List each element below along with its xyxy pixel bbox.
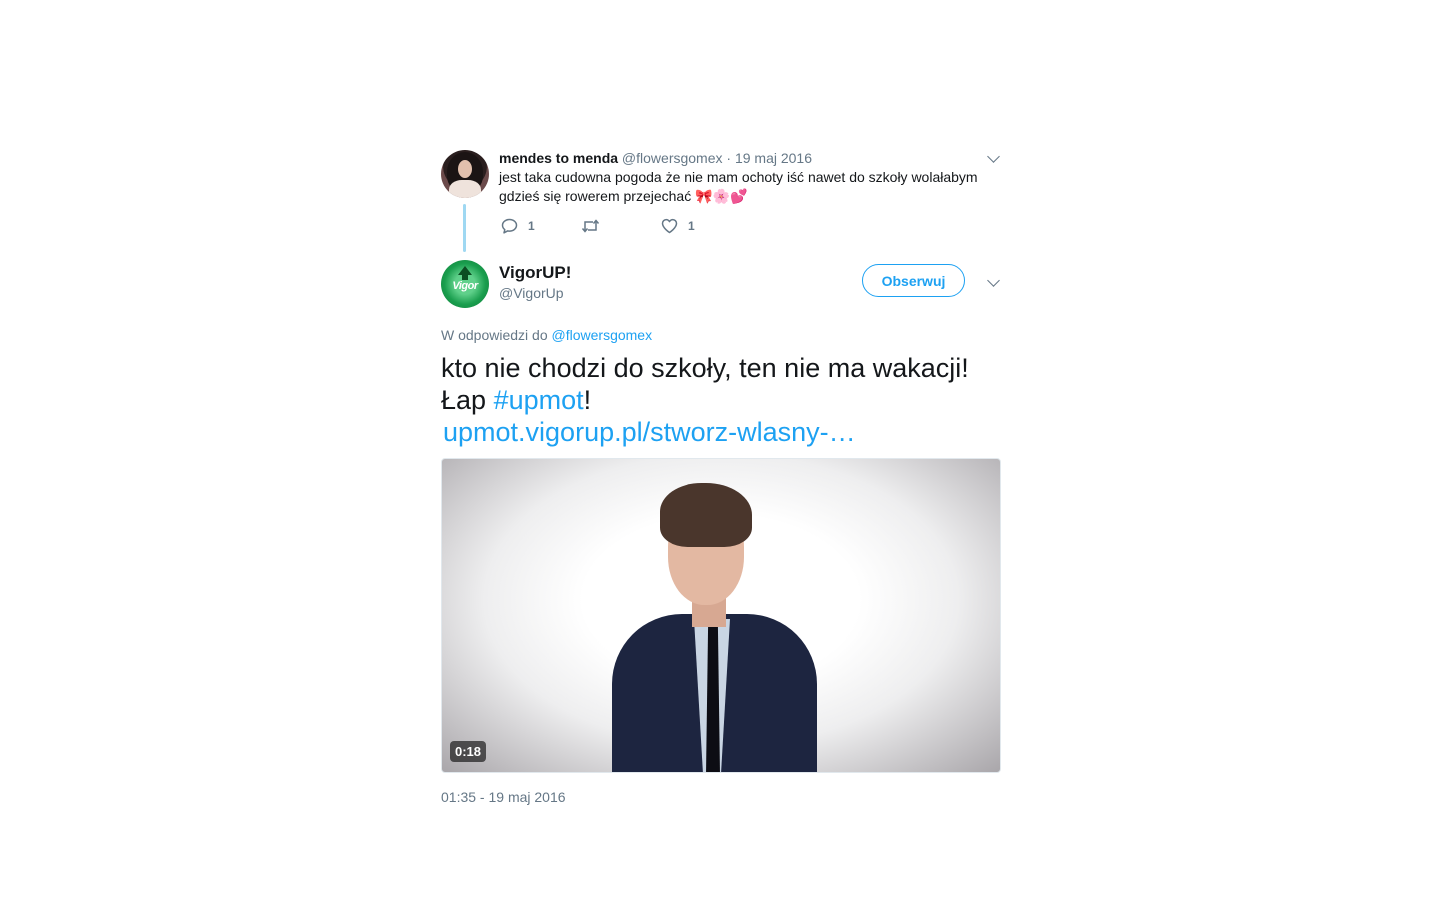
tweet-timestamp[interactable]: 01:35 - 19 maj 2016 xyxy=(441,788,566,806)
separator: · xyxy=(726,150,732,166)
retweet-icon xyxy=(581,219,600,233)
parent-tweet[interactable]: mendes to menda @flowersgomex · 19 maj 2… xyxy=(441,146,1001,252)
text-fragment: Łap xyxy=(441,385,487,415)
video-thumbnail xyxy=(612,479,842,772)
url-link[interactable]: upmot.vigorup.pl/stworz-wlasny-… xyxy=(443,416,856,448)
heart-icon xyxy=(661,218,678,234)
user-handle[interactable]: @VigorUp xyxy=(499,284,564,302)
reply-button[interactable]: 1 xyxy=(501,218,535,234)
retweet-button[interactable] xyxy=(581,218,610,234)
tweet-text: jest taka cudowna pogoda że nie mam ocho… xyxy=(499,169,978,204)
reply-prefix: W odpowiedzi do xyxy=(441,327,548,343)
like-count: 1 xyxy=(688,219,695,233)
reply-icon xyxy=(501,218,518,234)
avatar[interactable] xyxy=(441,150,489,198)
hashtag-link[interactable]: #upmot xyxy=(494,385,584,415)
reply-context: W odpowiedzi do @flowersgomex xyxy=(441,326,652,344)
display-name[interactable]: VigorUP! xyxy=(499,262,571,284)
chevron-down-icon[interactable] xyxy=(987,150,1000,163)
tweet-text-line: Łap #upmot! xyxy=(441,384,1001,416)
tweet-page: mendes to menda @flowersgomex · 19 maj 2… xyxy=(0,0,1440,900)
reply-to-link[interactable]: @flowersgomex xyxy=(552,327,653,343)
text-fragment: ! xyxy=(583,385,592,415)
follow-button[interactable]: Obserwuj xyxy=(862,264,965,297)
video-duration-badge: 0:18 xyxy=(450,741,487,762)
video-player[interactable]: 0:18 xyxy=(441,458,1001,773)
tweet-date[interactable]: 19 maj 2016 xyxy=(735,150,812,166)
reply-count: 1 xyxy=(528,219,535,233)
tweet-text-line: kto nie chodzi do szkoły, ten nie ma wak… xyxy=(441,353,969,383)
parent-tweet-header: mendes to menda @flowersgomex · 19 maj 2… xyxy=(499,149,812,167)
like-button[interactable]: 1 xyxy=(661,218,695,234)
thread-connector xyxy=(463,204,466,252)
avatar[interactable]: Vigor xyxy=(441,260,489,308)
display-name[interactable]: mendes to menda xyxy=(499,150,618,166)
chevron-down-icon[interactable] xyxy=(987,274,1000,287)
tweet-actions: 1 1 xyxy=(499,218,799,238)
tweet-text: kto nie chodzi do szkoły, ten nie ma wak… xyxy=(441,352,1001,448)
user-handle[interactable]: @flowersgomex xyxy=(622,150,723,166)
